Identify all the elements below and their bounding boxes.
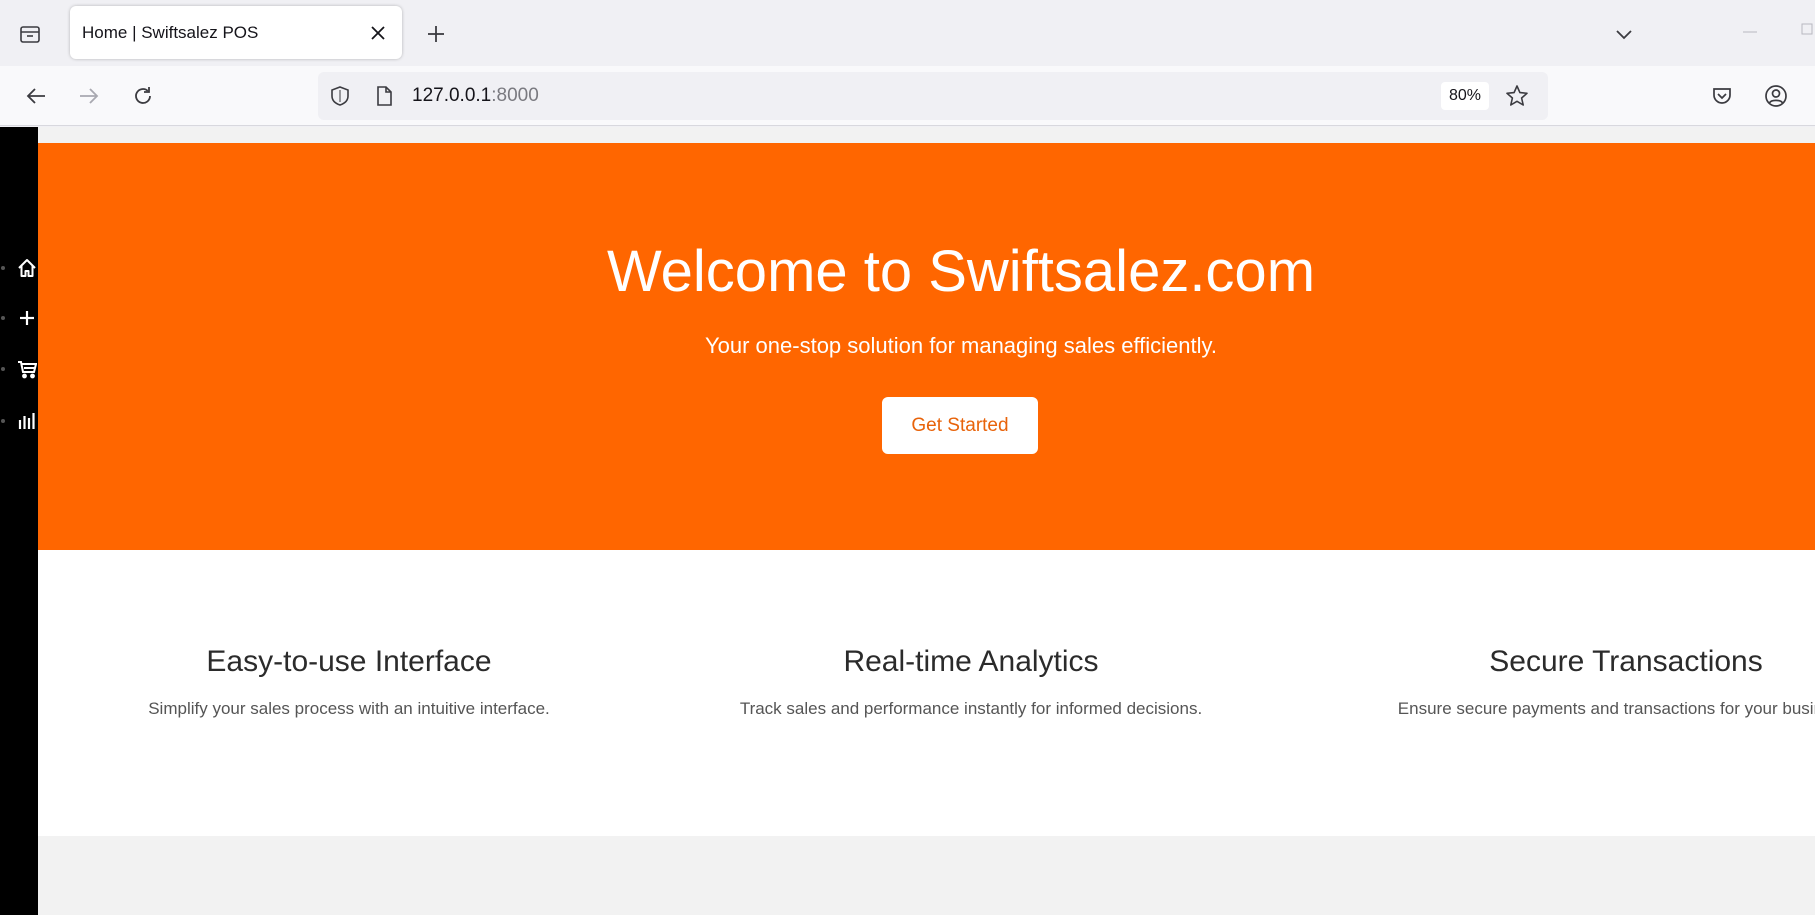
- reload-button[interactable]: [127, 80, 159, 112]
- tab-list-button[interactable]: [12, 18, 48, 50]
- get-started-button[interactable]: Get Started: [882, 397, 1038, 454]
- bar-chart-icon: [16, 410, 38, 432]
- feature-description: Simplify your sales process with an intu…: [148, 699, 550, 718]
- new-tab-button[interactable]: [420, 18, 452, 50]
- sidebar-item-cart[interactable]: [0, 352, 38, 386]
- address-bar[interactable]: 127.0.0.1:8000 80%: [318, 72, 1548, 120]
- feature-card: Real-time Analytics Track sales and perf…: [678, 645, 1264, 719]
- pocket-icon: [1713, 88, 1731, 104]
- bookmark-button[interactable]: [1503, 82, 1531, 110]
- sidebar-bullet: [1, 419, 5, 423]
- minimize-window-button[interactable]: [1736, 18, 1764, 46]
- forward-button[interactable]: [73, 80, 105, 112]
- zoom-level-button[interactable]: 80%: [1441, 82, 1490, 110]
- arrow-right-icon: [80, 88, 99, 104]
- minimize-icon: [1743, 31, 1757, 33]
- tab-close-button[interactable]: [366, 21, 390, 45]
- sidebar-item-home[interactable]: [0, 251, 38, 285]
- shield-icon: [331, 86, 349, 106]
- feature-description: Track sales and performance instantly fo…: [739, 699, 1203, 718]
- sidebar-bullet: [1, 266, 5, 270]
- tabs-archive-icon: [20, 26, 40, 43]
- feature-title: Easy-to-use Interface: [206, 645, 492, 678]
- url-text[interactable]: 127.0.0.1:8000: [412, 85, 539, 107]
- plus-icon: [428, 26, 444, 42]
- chevron-down-icon: [1616, 30, 1632, 40]
- sidebar-bullet: [1, 316, 5, 320]
- url-host: 127.0.0.1: [412, 85, 492, 106]
- feature-title: Real-time Analytics: [843, 645, 1099, 678]
- sidebar-item-add[interactable]: [0, 301, 38, 335]
- hero-title: Welcome to Swiftsalez.com: [606, 239, 1316, 304]
- plus-icon: [16, 307, 38, 329]
- sidebar-bullet: [1, 367, 5, 371]
- sidebar-item-reports[interactable]: [0, 404, 38, 438]
- features-section: Easy-to-use Interface Simplify your sale…: [38, 550, 1815, 836]
- feature-card: Easy-to-use Interface Simplify your sale…: [110, 645, 588, 719]
- arrow-left-icon: [26, 88, 45, 104]
- reload-icon: [135, 87, 151, 104]
- site-info-button[interactable]: [372, 84, 396, 108]
- feature-title: Secure Transactions: [1489, 645, 1763, 678]
- list-all-tabs-button[interactable]: [1608, 18, 1640, 50]
- navigation-toolbar: 127.0.0.1:8000 80%: [0, 66, 1815, 126]
- star-icon: [1506, 85, 1528, 106]
- account-button[interactable]: [1760, 80, 1792, 112]
- pocket-button[interactable]: [1706, 80, 1738, 112]
- tab-title: Home | Swiftsalez POS: [82, 22, 259, 42]
- url-port: :8000: [491, 85, 539, 106]
- tab-bar: Home | Swiftsalez POS: [0, 0, 1815, 66]
- maximize-icon: [1801, 23, 1813, 35]
- cart-icon: [16, 358, 38, 380]
- close-icon: [371, 25, 385, 40]
- account-icon: [1765, 85, 1787, 107]
- home-icon: [16, 257, 38, 279]
- tracking-protection-button[interactable]: [328, 84, 352, 108]
- maximize-window-button[interactable]: [1800, 22, 1815, 42]
- page-viewport: Welcome to Swiftsalez.com Your one-stop …: [0, 127, 1815, 915]
- page-icon: [377, 86, 392, 106]
- back-button[interactable]: [20, 80, 52, 112]
- hero-subtitle: Your one-stop solution for managing sale…: [704, 333, 1217, 358]
- hero-section: Welcome to Swiftsalez.com Your one-stop …: [38, 143, 1815, 550]
- feature-description: Ensure secure payments and transactions …: [1397, 699, 1815, 718]
- feature-card: Secure Transactions Ensure secure paymen…: [1356, 645, 1815, 719]
- sidebar: [0, 127, 38, 915]
- active-tab[interactable]: Home | Swiftsalez POS: [70, 6, 402, 59]
